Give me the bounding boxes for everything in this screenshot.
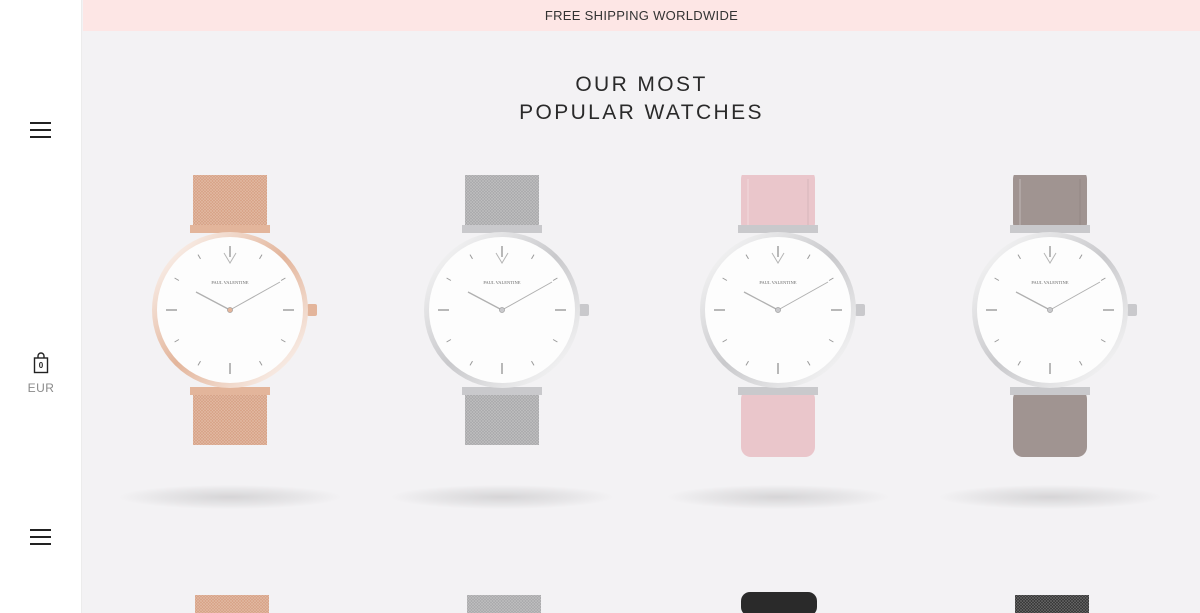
product-card[interactable]: PAUL VALENTINE <box>372 175 632 535</box>
page: 0 EUR FREE SHIPPING WORLDWIDE OUR MOST P… <box>0 0 1200 613</box>
product-card[interactable]: PAUL VALENTINE <box>648 175 908 535</box>
watch-image: PAUL VALENTINE <box>424 175 589 445</box>
svg-text:PAUL VALENTINE: PAUL VALENTINE <box>483 280 520 285</box>
product-shadow <box>668 485 888 509</box>
section-heading: OUR MOST POPULAR WATCHES <box>83 71 1200 127</box>
shipping-banner: FREE SHIPPING WORLDWIDE <box>83 0 1200 31</box>
watch-image: PAUL VALENTINE <box>152 175 317 445</box>
hamburger-menu-icon[interactable] <box>30 122 54 140</box>
secondary-menu-icon[interactable] <box>30 529 54 547</box>
cart-button[interactable]: 0 EUR <box>20 352 62 397</box>
product-shadow <box>120 485 340 509</box>
cart-count: 0 <box>38 361 44 370</box>
currency-selector[interactable]: EUR <box>20 381 62 395</box>
product-card[interactable]: PAUL VALENTINE <box>100 175 360 535</box>
banner-text: FREE SHIPPING WORLDWIDE <box>544 8 739 23</box>
product-shadow <box>392 485 612 509</box>
svg-text:PAUL VALENTINE: PAUL VALENTINE <box>1031 280 1068 285</box>
watch-strap-image <box>1015 595 1089 613</box>
svg-text:PAUL VALENTINE: PAUL VALENTINE <box>759 280 796 285</box>
watch-strap-image <box>741 592 817 613</box>
left-sidebar: 0 EUR <box>0 0 82 613</box>
product-card-next-row[interactable] <box>192 592 272 613</box>
product-card-next-row[interactable] <box>464 592 544 613</box>
watch-strap-image <box>195 595 269 613</box>
product-card-next-row[interactable] <box>740 592 820 613</box>
product-card-next-row[interactable] <box>1012 592 1092 613</box>
product-shadow <box>940 485 1160 509</box>
watch-strap-image <box>467 595 541 613</box>
heading-line-1: OUR MOST <box>575 73 708 96</box>
heading-line-2: POPULAR WATCHES <box>519 101 764 124</box>
watch-image: PAUL VALENTINE <box>700 175 865 457</box>
watch-image: PAUL VALENTINE <box>972 175 1137 457</box>
product-card[interactable]: PAUL VALENTINE <box>920 175 1180 535</box>
svg-text:PAUL VALENTINE: PAUL VALENTINE <box>211 280 248 285</box>
